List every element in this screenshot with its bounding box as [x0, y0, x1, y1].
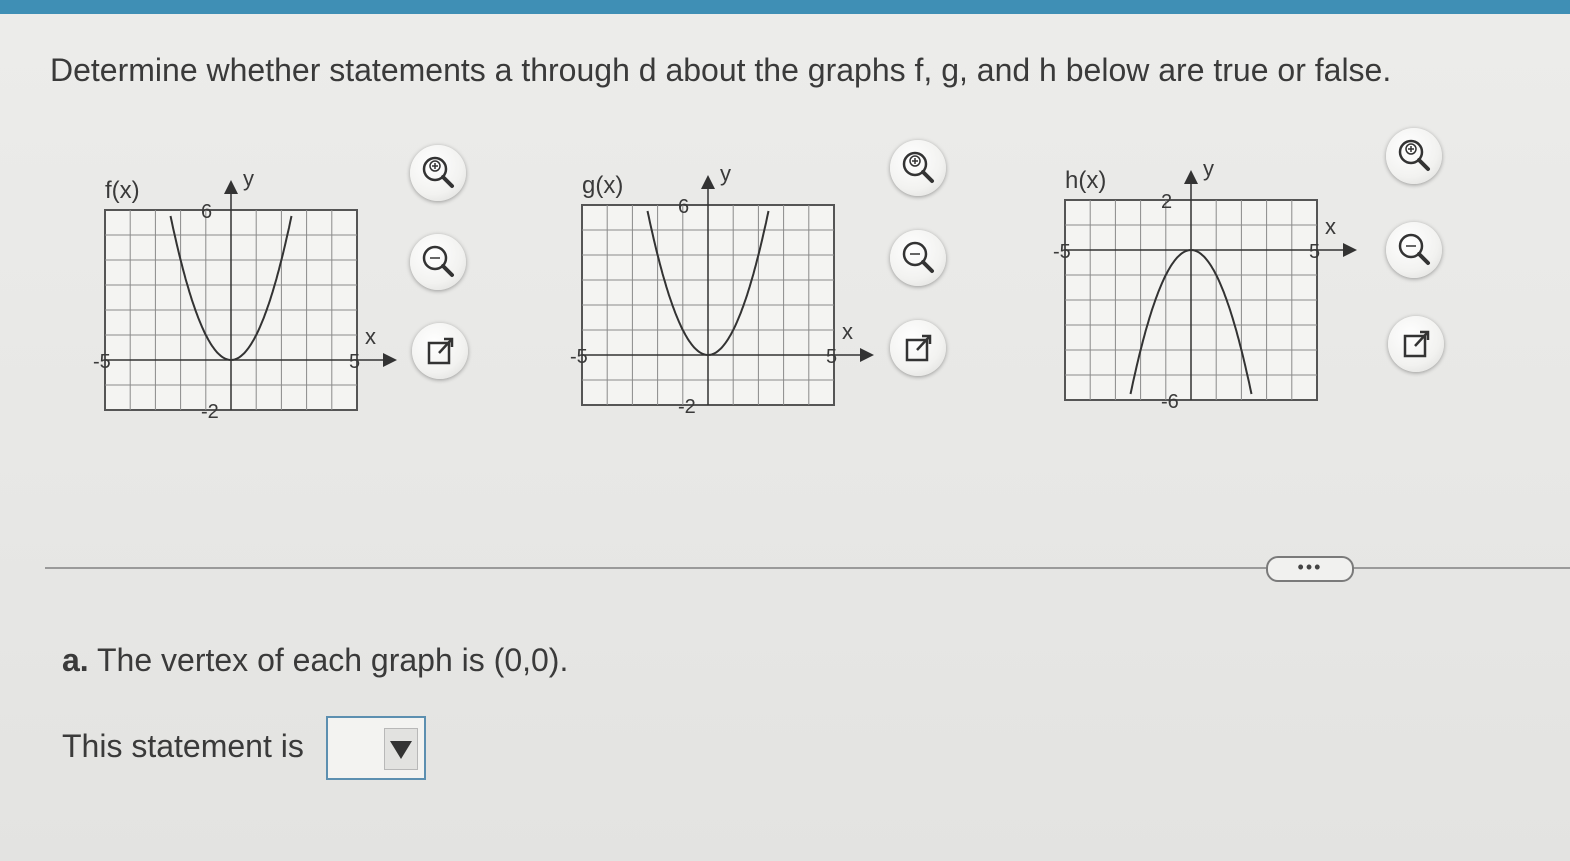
popout-icon [905, 334, 932, 362]
zoom-in-icon [422, 156, 454, 188]
more-button[interactable]: ••• [1266, 556, 1354, 582]
x-axis-arrow [860, 348, 874, 362]
x-axis-label: x [1325, 214, 1336, 239]
function-label: g(x) [582, 172, 623, 199]
question-text: Determine whether statements a through d… [50, 52, 1392, 88]
zoom-out-icon [422, 245, 454, 277]
popout-button-g[interactable] [890, 320, 946, 376]
statement-a: a. The vertex of each graph is (0,0). [62, 642, 568, 679]
popout-button-f[interactable] [412, 323, 468, 379]
zoom-in-button-g[interactable] [890, 140, 946, 196]
x-axis-label: x [842, 319, 853, 344]
zoom-out-button-h[interactable] [1386, 222, 1442, 278]
graph-g-svg: g(x) y x -5 5 6 -2 [570, 161, 874, 418]
popout-icon [1403, 330, 1430, 358]
y-bottom-tick-label: -2 [678, 396, 696, 418]
x-min-tick-label: -5 [93, 351, 111, 373]
function-label: h(x) [1065, 167, 1106, 194]
x-axis-arrow [383, 353, 397, 367]
x-axis-arrow [1343, 243, 1357, 257]
zoom-in-button-f[interactable] [410, 145, 466, 201]
function-label: f(x) [105, 177, 140, 204]
x-max-tick-label: 5 [1309, 241, 1320, 263]
zoom-in-icon [902, 151, 934, 183]
popout-icon [427, 337, 454, 365]
zoom-in-icon [1398, 139, 1430, 171]
y-bottom-tick-label: -2 [201, 401, 219, 423]
y-top-tick-label: 6 [201, 201, 212, 223]
y-top-tick-label: 2 [1161, 191, 1172, 213]
graph-f-svg: f(x) y x -5 5 6 -2 [93, 166, 397, 423]
zoom-out-button-g[interactable] [890, 230, 946, 286]
y-axis-label: y [1203, 156, 1214, 181]
graph-h-svg: h(x) y x -5 5 2 -6 [1053, 156, 1357, 413]
y-top-tick-label: 6 [678, 196, 689, 218]
graph-g: g(x) y x -5 5 6 -2 [570, 160, 874, 435]
zoom-out-button-f[interactable] [410, 234, 466, 290]
y-axis-arrow [224, 180, 238, 194]
zoom-out-icon [1398, 233, 1430, 265]
zoom-out-icon [902, 241, 934, 273]
statement-prompt: This statement is [62, 728, 304, 764]
popout-button-h[interactable] [1388, 316, 1444, 372]
y-axis-arrow [701, 175, 715, 189]
y-axis-label: y [243, 166, 254, 191]
zoom-in-button-h[interactable] [1386, 128, 1442, 184]
x-max-tick-label: 5 [826, 346, 837, 368]
y-axis-arrow [1184, 170, 1198, 184]
statement-a-text: The vertex of each graph is (0,0). [88, 642, 569, 678]
x-min-tick-label: -5 [1053, 241, 1071, 263]
x-min-tick-label: -5 [570, 346, 588, 368]
true-false-dropdown[interactable] [326, 716, 426, 780]
x-axis-label: x [365, 324, 376, 349]
y-axis-label: y [720, 161, 731, 186]
graph-h: h(x) y x -5 5 2 -6 [1053, 155, 1375, 430]
dropdown-arrow-icon [384, 728, 418, 770]
y-bottom-tick-label: -6 [1161, 391, 1179, 413]
graph-f: f(x) y x -5 5 6 -2 [93, 165, 397, 440]
top-bar [0, 0, 1570, 14]
statement-a-letter: a. [62, 642, 89, 678]
x-max-tick-label: 5 [349, 351, 360, 373]
